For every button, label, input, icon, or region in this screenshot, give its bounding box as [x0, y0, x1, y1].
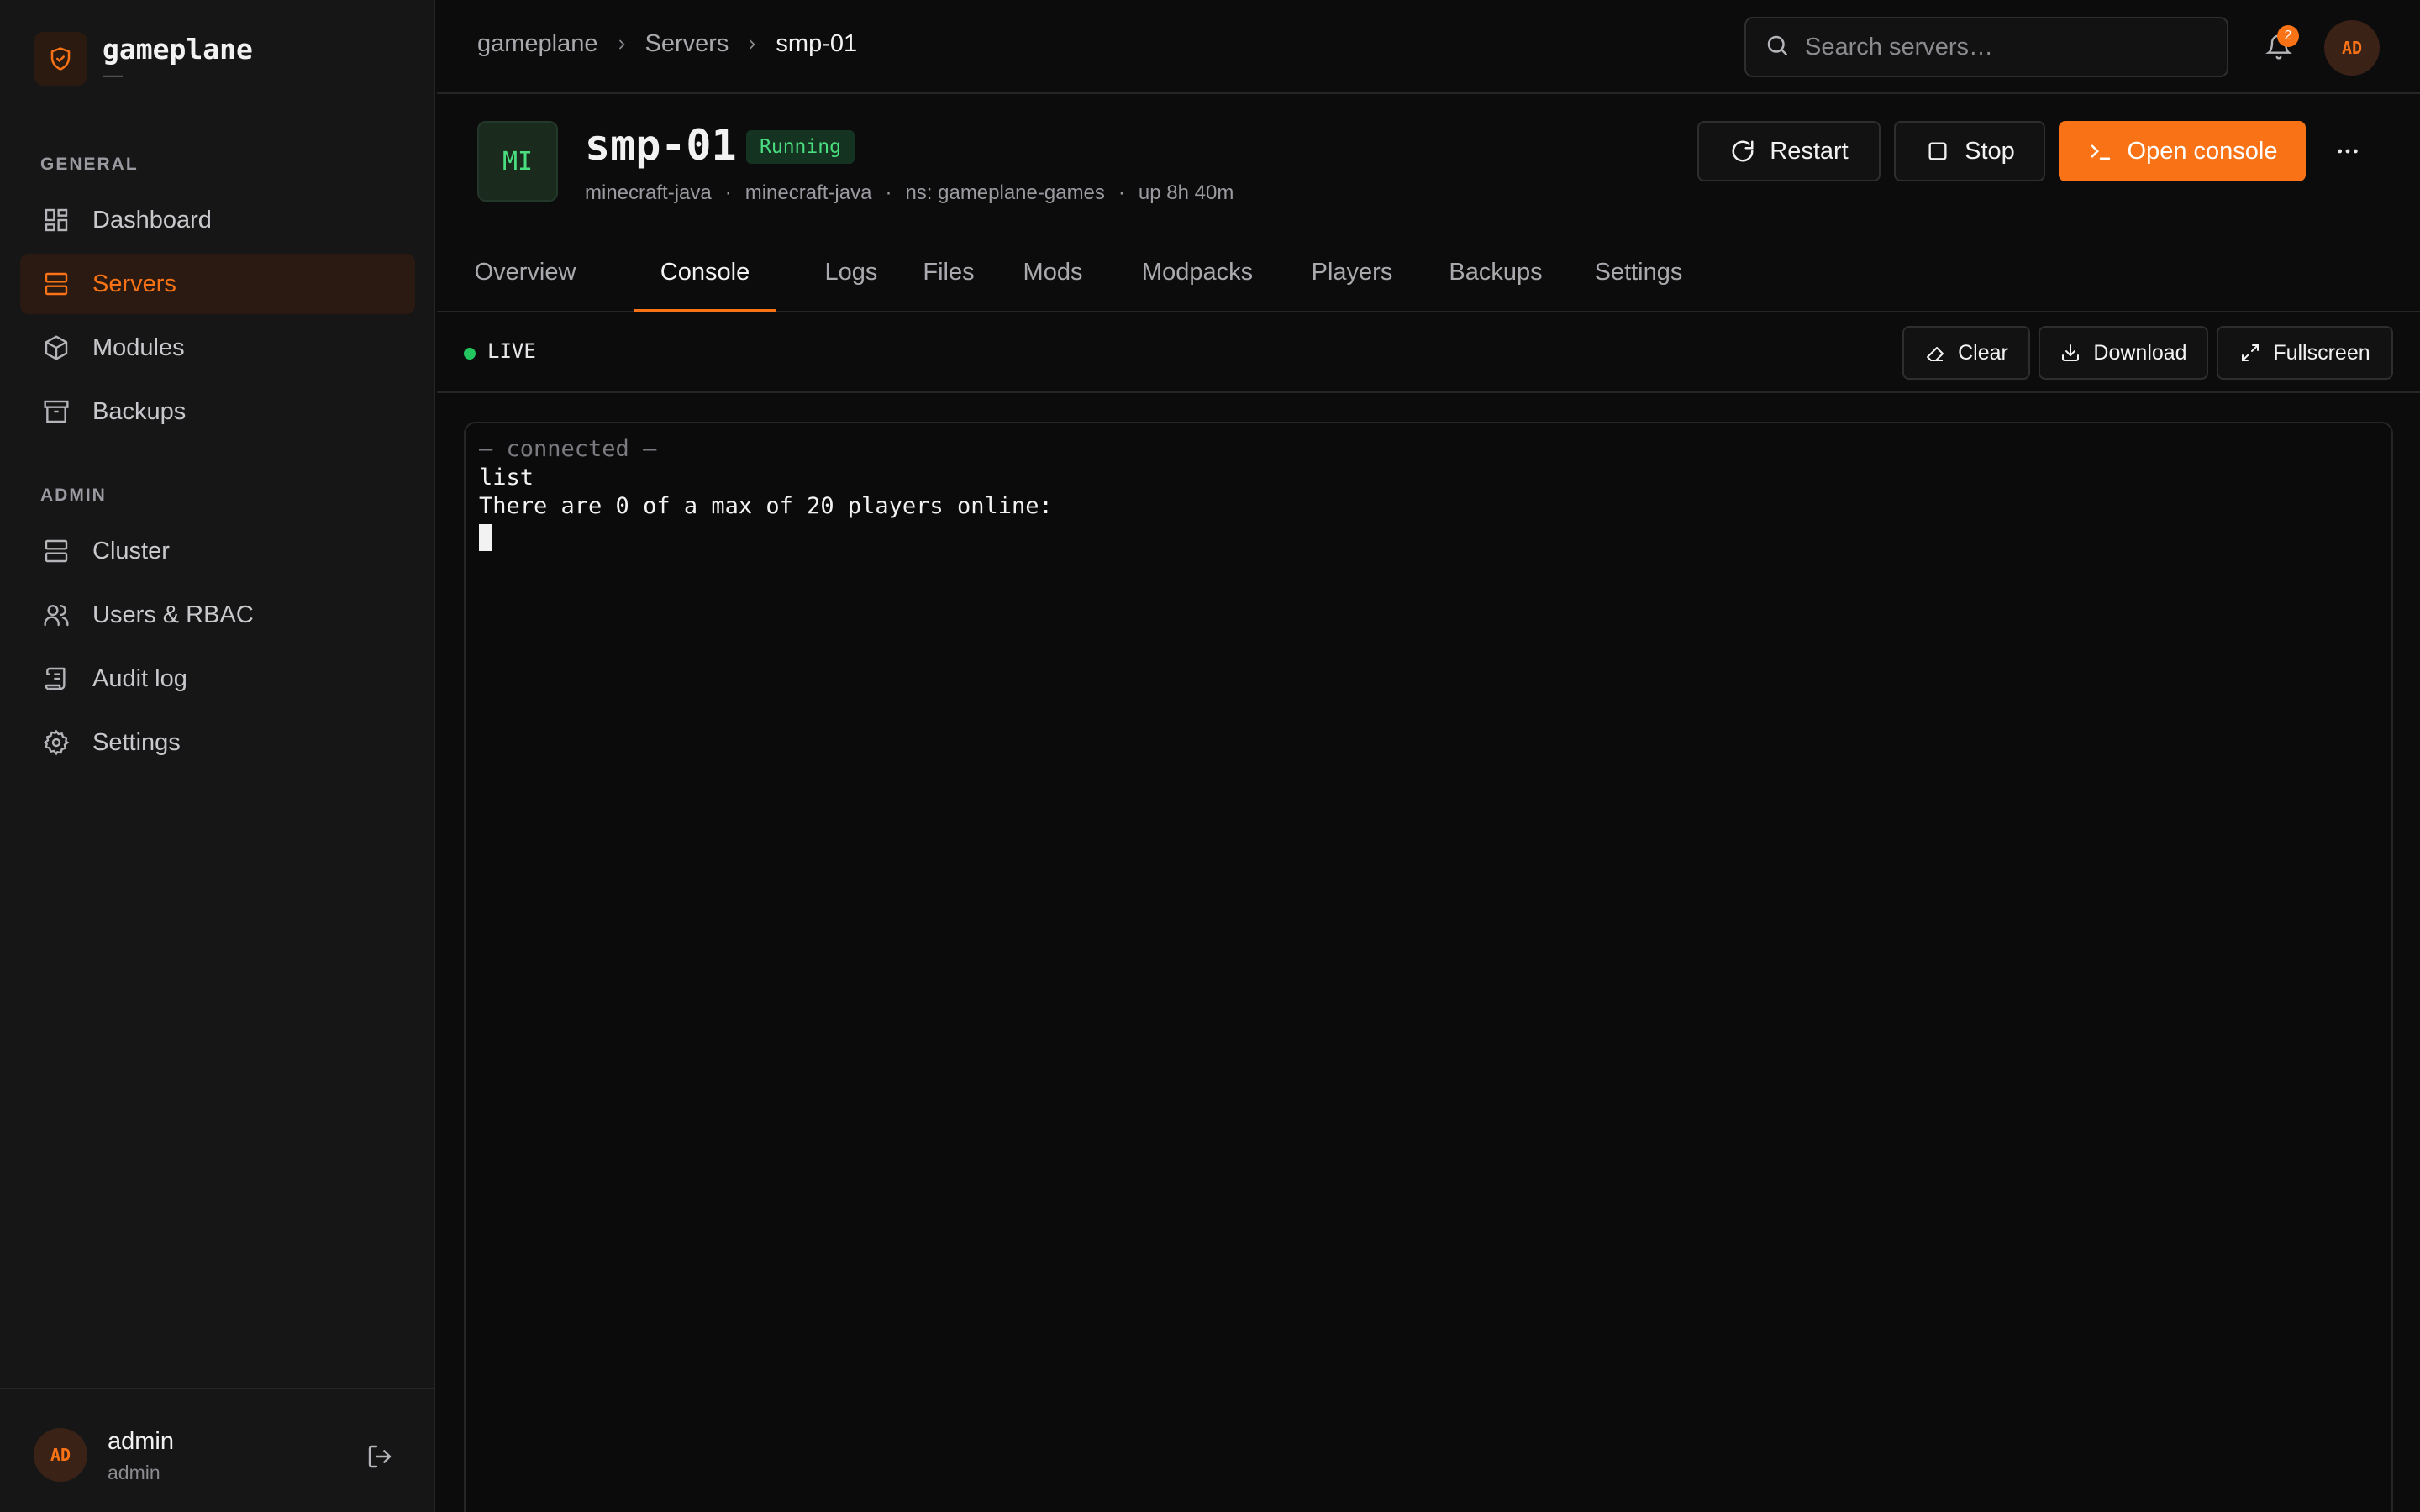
avatar[interactable]: AD: [2324, 20, 2380, 76]
clear-button[interactable]: Clear: [1902, 326, 2030, 380]
server-name: smp-01: [585, 121, 737, 170]
tab-mods[interactable]: Mods: [1003, 249, 1102, 312]
notification-badge: 2: [2277, 25, 2299, 47]
console-terminal[interactable]: — connected — list There are 0 of a max …: [464, 422, 2393, 1512]
tab-bar: Overview Console Logs Files Mods Modpack…: [437, 249, 2420, 312]
live-indicator: [464, 348, 476, 360]
sidebar-item-audit-log[interactable]: Audit log: [20, 648, 415, 709]
meta-namespace: ns: gameplane-games: [905, 181, 1105, 204]
sidebar-item-label: Dashboard: [92, 206, 212, 234]
sidebar-item-settings[interactable]: Settings: [20, 712, 415, 773]
sidebar-item-label: Backups: [92, 397, 187, 425]
search-input[interactable]: [1805, 33, 2208, 61]
chevron-right-icon: [613, 36, 630, 53]
meta-module: minecraft-java: [585, 181, 712, 204]
sidebar-item-servers[interactable]: Servers: [20, 254, 415, 314]
shield-logo-icon: [34, 32, 87, 86]
sidebar-item-users-rbac[interactable]: Users & RBAC: [20, 585, 415, 645]
breadcrumb-item[interactable]: gameplane: [477, 30, 598, 58]
server-meta: minecraft-java · minecraft-java · ns: ga…: [585, 181, 1234, 205]
search-box[interactable]: [1744, 17, 2228, 77]
nav-section-general: GENERAL: [40, 155, 139, 174]
sidebar-item-label: Settings: [92, 728, 181, 756]
topbar: gameplane Servers smp-01 2 AD: [437, 0, 2420, 94]
download-icon: [2060, 342, 2081, 364]
tab-settings[interactable]: Settings: [1571, 249, 1706, 312]
meta-uptime: up 8h 40m: [1138, 181, 1234, 204]
restart-button[interactable]: Restart: [1697, 121, 1881, 181]
sidebar-item-label: Cluster: [92, 537, 170, 564]
open-console-label: Open console: [2127, 137, 2278, 165]
users-icon: [40, 599, 72, 631]
clear-label: Clear: [1958, 340, 2008, 365]
more-options-icon[interactable]: [2329, 133, 2366, 170]
breadcrumb-current: smp-01: [776, 30, 858, 57]
nav-section-admin: ADMIN: [40, 486, 107, 505]
chevron-right-icon: [744, 36, 760, 53]
sidebar-item-label: Servers: [92, 270, 176, 297]
console-line: There are 0 of a max of 20 players onlin…: [479, 493, 1053, 519]
tab-players[interactable]: Players: [1286, 249, 1418, 312]
console-line: list: [479, 465, 534, 491]
brand-subtitle: —: [103, 63, 123, 87]
logout-icon[interactable]: [361, 1438, 398, 1475]
tab-modpacks[interactable]: Modpacks: [1104, 249, 1291, 312]
download-button[interactable]: Download: [2039, 326, 2208, 380]
user-name: admin: [108, 1428, 174, 1455]
server-icon: [40, 268, 72, 300]
archive-icon: [40, 396, 72, 428]
eraser-icon: [1924, 342, 1946, 364]
stop-button[interactable]: Stop: [1894, 121, 2045, 181]
console-line: — connected —: [479, 436, 657, 462]
meta-game: minecraft-java: [744, 181, 872, 204]
scroll-icon: [40, 663, 72, 695]
separator-dot: ·: [885, 181, 892, 204]
terminal-cursor: [479, 524, 492, 551]
tab-console[interactable]: Console: [634, 249, 776, 312]
download-label: Download: [2093, 340, 2187, 365]
user-role: admin: [108, 1462, 160, 1483]
terminal-icon: [2087, 138, 2114, 165]
breadcrumb-item[interactable]: Servers: [645, 30, 729, 58]
restart-label: Restart: [1770, 137, 1849, 165]
separator-dot: ·: [724, 181, 732, 204]
tab-logs[interactable]: Logs: [798, 249, 904, 312]
live-label: LIVE: [487, 339, 536, 363]
dashboard-icon: [40, 204, 72, 236]
sidebar-item-modules[interactable]: Modules: [20, 318, 415, 378]
breadcrumb: gameplane Servers smp-01: [477, 30, 857, 58]
brand-name: gameplane: [103, 32, 253, 66]
sidebar-item-cluster[interactable]: Cluster: [20, 521, 415, 581]
package-icon: [40, 332, 72, 364]
search-icon: [1765, 33, 1790, 62]
stop-label: Stop: [1965, 137, 2015, 165]
console-toolbar: LIVE Clear Download Fullscreen: [437, 312, 2420, 393]
status-badge: Running: [746, 130, 855, 164]
expand-icon: [2239, 342, 2261, 364]
tab-overview[interactable]: Overview: [466, 249, 585, 312]
sidebar-item-dashboard[interactable]: Dashboard: [20, 190, 415, 250]
sidebar-item-label: Audit log: [92, 664, 187, 692]
brand[interactable]: gameplane —: [34, 32, 253, 86]
sidebar: gameplane — GENERAL Dashboard Servers Mo…: [0, 0, 435, 1512]
refresh-icon: [1729, 138, 1756, 165]
tab-files[interactable]: Files: [901, 249, 997, 312]
sidebar-item-backups[interactable]: Backups: [20, 381, 415, 442]
tab-backups[interactable]: Backups: [1418, 249, 1573, 312]
sidebar-footer: AD admin admin: [0, 1388, 434, 1512]
sidebar-item-label: Users & RBAC: [92, 601, 254, 628]
avatar[interactable]: AD: [34, 1428, 87, 1482]
fullscreen-button[interactable]: Fullscreen: [2217, 326, 2393, 380]
sidebar-item-label: Modules: [92, 333, 185, 361]
server-avatar: MI: [477, 121, 558, 202]
open-console-button[interactable]: Open console: [2059, 121, 2306, 181]
stop-icon: [1924, 138, 1951, 165]
fullscreen-label: Fullscreen: [2273, 340, 2370, 365]
separator-dot: ·: [1118, 181, 1125, 204]
server-icon: [40, 535, 72, 567]
gear-icon: [40, 727, 72, 759]
